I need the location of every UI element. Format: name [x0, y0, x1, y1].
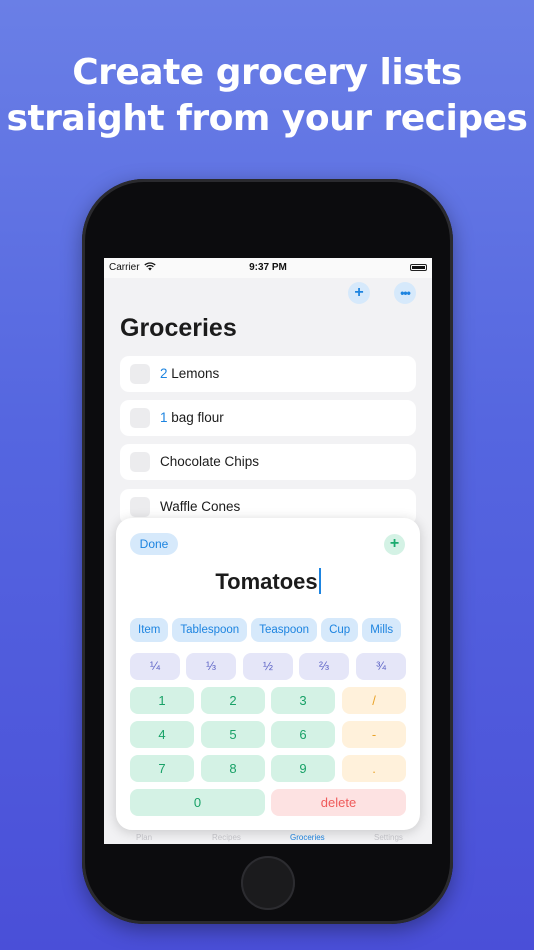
tab-settings[interactable]: Settings [374, 833, 403, 842]
item-name: Lemons [167, 366, 220, 381]
item-checkbox[interactable] [130, 452, 150, 472]
unit-chips: Item Tablespoon Teaspoon Cup Mills [130, 618, 406, 642]
home-button[interactable] [241, 856, 295, 910]
item-name: Waffle Cones [160, 499, 241, 514]
item-label: Waffle Cones [160, 499, 240, 514]
entry-field[interactable]: Tomatoes [116, 568, 420, 595]
unit-chip-item[interactable]: Item [130, 618, 169, 642]
digit-key-3[interactable]: 3 [271, 687, 335, 714]
add-entry-button[interactable]: + [384, 534, 405, 555]
add-item-button[interactable]: + [348, 282, 370, 304]
grocery-item[interactable]: Chocolate Chips [120, 444, 416, 480]
unit-chip-teaspoon[interactable]: Teaspoon [251, 618, 318, 642]
delete-button[interactable]: delete [271, 789, 406, 816]
decimal-key[interactable]: . [342, 755, 406, 782]
item-quantity: 2 [160, 366, 168, 381]
plus-icon: + [354, 284, 364, 301]
grocery-item[interactable]: 1 bag flour [120, 400, 416, 436]
text-cursor [318, 568, 321, 594]
app-screen: Carrier 9:37 PM + ••• Groceries 2 Lemons… [104, 258, 432, 844]
fraction-key[interactable]: ⅓ [186, 653, 236, 680]
item-label: Chocolate Chips [160, 454, 259, 469]
item-checkbox[interactable] [130, 364, 150, 384]
status-bar: Carrier 9:37 PM [104, 258, 432, 278]
fraction-key[interactable]: ½ [243, 653, 293, 680]
item-label: 2 Lemons [160, 366, 219, 381]
item-label: 1 bag flour [160, 410, 224, 425]
digit-key-7[interactable]: 7 [130, 755, 194, 782]
item-checkbox[interactable] [130, 408, 150, 428]
battery-icon [410, 264, 427, 271]
headline-line-2: straight from your recipes [6, 98, 528, 139]
done-button[interactable]: Done [130, 533, 178, 555]
fraction-key[interactable]: ¼ [130, 653, 180, 680]
grocery-item[interactable]: 2 Lemons [120, 356, 416, 392]
slash-key[interactable]: / [342, 687, 406, 714]
headline-line-1: Create grocery lists [72, 52, 462, 93]
tab-groceries[interactable]: Groceries [290, 833, 325, 842]
page-title: Groceries [120, 314, 237, 342]
item-name: bag flour [167, 410, 224, 425]
digit-key-5[interactable]: 5 [201, 721, 265, 748]
digit-key-0[interactable]: 0 [130, 789, 265, 816]
fraction-key[interactable]: ⅔ [299, 653, 349, 680]
item-checkbox[interactable] [130, 497, 150, 517]
digit-key-4[interactable]: 4 [130, 721, 194, 748]
dash-key[interactable]: - [342, 721, 406, 748]
unit-chip-cup[interactable]: Cup [321, 618, 359, 642]
digit-key-1[interactable]: 1 [130, 687, 194, 714]
digit-key-2[interactable]: 2 [201, 687, 265, 714]
fraction-key[interactable]: ¾ [356, 653, 406, 680]
item-editor-panel: Done + Tomatoes Item Tablespoon Teaspoon Cu… [116, 518, 420, 830]
unit-chip-tablespoon[interactable]: Tablespoon [172, 618, 248, 642]
status-time: 9:37 PM [249, 262, 287, 273]
tab-recipes[interactable]: Recipes [212, 833, 241, 842]
plus-icon: + [389, 535, 400, 552]
ellipsis-icon: ••• [400, 286, 411, 300]
digit-key-8[interactable]: 8 [201, 755, 265, 782]
item-quantity: 1 [160, 410, 168, 425]
tab-plan[interactable]: Plan [136, 833, 152, 842]
digit-key-9[interactable]: 9 [271, 755, 335, 782]
unit-chip-mills[interactable]: Mills [362, 618, 402, 642]
more-options-button[interactable]: ••• [394, 282, 416, 304]
entry-text: Tomatoes [215, 569, 318, 594]
item-name: Chocolate Chips [160, 454, 260, 469]
digit-key-6[interactable]: 6 [271, 721, 335, 748]
headline: Create grocery lists straight from your … [0, 50, 534, 142]
